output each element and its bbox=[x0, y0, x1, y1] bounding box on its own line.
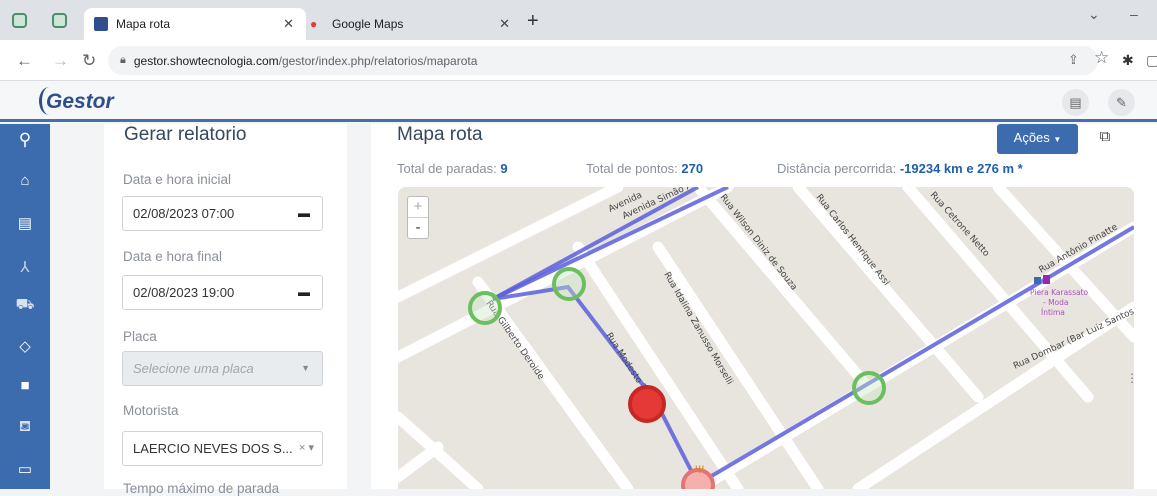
back-arrow-icon[interactable]: ← bbox=[16, 51, 33, 71]
gestor-favicon-icon bbox=[94, 17, 108, 31]
truck-icon[interactable]: ■ bbox=[0, 377, 50, 394]
page-title: Mapa rota bbox=[397, 124, 483, 145]
tab-google-maps[interactable]: ● Google Maps ✕ bbox=[300, 8, 522, 40]
poi-label: Piera Karassato bbox=[1030, 288, 1089, 297]
side-panel-icon[interactable]: ▢ bbox=[1146, 52, 1157, 69]
driver-value: LAERCIO NEVES DOS S... bbox=[133, 441, 293, 456]
google-maps-pin-icon: ● bbox=[310, 17, 318, 31]
plate-select[interactable]: Selecione uma placa ▼ bbox=[122, 351, 323, 386]
tab-group-icon[interactable] bbox=[52, 13, 67, 28]
calendar-icon[interactable]: ▬ bbox=[298, 276, 310, 309]
plate-placeholder: Selecione uma placa bbox=[133, 361, 254, 376]
poi-label: Íntima bbox=[1041, 308, 1065, 317]
poi-pin-icon bbox=[1043, 275, 1050, 284]
start-datetime-value: 02/08/2023 07:00 bbox=[133, 206, 235, 221]
tab-search-chevron-icon[interactable]: ⌄ bbox=[1088, 6, 1100, 23]
end-datetime-label: Data e hora final bbox=[123, 249, 223, 264]
lock-icon: 🔒︎ bbox=[120, 54, 126, 66]
stat-points: Total de pontos: 270 bbox=[586, 161, 703, 176]
reload-icon[interactable]: ↻ bbox=[82, 51, 96, 71]
extensions-puzzle-icon[interactable]: ✱ bbox=[1122, 52, 1134, 69]
address-bar[interactable]: 🔒︎ gestor.showtecnologia.com /gestor/ind… bbox=[108, 46, 1098, 75]
url-path: /gestor/index.php/relatorios/maparota bbox=[278, 53, 478, 68]
app-header: Gestor ▤ ✎ bbox=[0, 81, 1157, 122]
logo-swoosh-icon bbox=[39, 87, 59, 115]
street-label: Rua Carlos Henrique Assi bbox=[814, 193, 891, 288]
stat-points-label: Total de pontos: bbox=[586, 161, 678, 176]
start-datetime-label: Data e hora inicial bbox=[123, 172, 232, 187]
share-icon[interactable]: ⇪ bbox=[1068, 52, 1079, 68]
zoom-in-button[interactable]: + bbox=[408, 197, 428, 218]
store-icon bbox=[1034, 277, 1041, 284]
stat-points-value: 270 bbox=[681, 161, 704, 176]
zoom-out-button[interactable]: - bbox=[408, 218, 428, 239]
zoom-control: + - bbox=[407, 196, 429, 239]
clipboard-icon[interactable]: ▤ bbox=[1062, 89, 1089, 116]
tab-close-icon[interactable]: ✕ bbox=[499, 16, 510, 32]
alert-stop-marker[interactable] bbox=[628, 385, 666, 423]
shield-icon[interactable]: ◇ bbox=[0, 337, 50, 355]
stat-stops-value: 9 bbox=[500, 161, 508, 176]
minimize-window-icon[interactable]: – bbox=[1130, 6, 1138, 22]
end-datetime-value: 02/08/2023 19:00 bbox=[133, 285, 235, 300]
caret-down-icon: ▼ bbox=[1053, 135, 1062, 144]
clear-and-chevron-icon[interactable]: × ▾ bbox=[299, 432, 314, 465]
stat-stops: Total de paradas: 9 bbox=[397, 161, 508, 176]
poi-label: - Moda bbox=[1043, 298, 1069, 307]
bus-icon[interactable]: ⛾ bbox=[0, 418, 50, 437]
actions-button[interactable]: Ações ▼ bbox=[997, 124, 1078, 154]
home-icon[interactable]: ⌂ bbox=[0, 172, 50, 189]
bookmark-star-icon[interactable]: ☆ bbox=[1094, 48, 1109, 68]
edit-pencil-icon[interactable]: ✎ bbox=[1108, 89, 1135, 116]
stop-marker[interactable] bbox=[552, 267, 586, 301]
route-map[interactable]: Avenida Simão Alv Avenida Rua Wilson Din… bbox=[398, 187, 1134, 489]
restaurant-icon: Ψ bbox=[695, 464, 704, 476]
stat-distance: Distância percorrida: -19234 km e 276 m … bbox=[777, 161, 1023, 176]
report-form-panel: Gerar relatorio Data e hora inicial 02/0… bbox=[104, 124, 347, 496]
stat-distance-value: -19234 km e 276 m * bbox=[899, 161, 1023, 176]
street-label: Rua Wilson Diniz de Souza bbox=[718, 193, 799, 293]
browser-tab-strip: Mapa rota ✕ ● Google Maps ✕ + ⌄ – bbox=[0, 0, 1157, 40]
form-title: Gerar relatorio bbox=[124, 124, 247, 145]
railway-icon: ⋮ bbox=[1126, 371, 1134, 385]
street-label: Rua Idalina Zanusso Morselli bbox=[661, 271, 734, 387]
tab-close-icon[interactable]: ✕ bbox=[283, 16, 294, 32]
end-datetime-input[interactable]: 02/08/2023 19:00 ▬ bbox=[122, 275, 323, 310]
driver-label: Motorista bbox=[123, 403, 179, 418]
new-tab-button[interactable]: + bbox=[527, 10, 539, 33]
tab-title: Google Maps bbox=[332, 17, 404, 31]
stat-stops-label: Total de paradas: bbox=[397, 161, 497, 176]
plate-label: Placa bbox=[123, 329, 157, 344]
expand-panel-icon[interactable]: ⧉ bbox=[1093, 128, 1117, 150]
browser-toolbar: ← → ↻ 🔒︎ gestor.showtecnologia.com /gest… bbox=[0, 40, 1157, 81]
actions-label: Ações bbox=[1013, 130, 1050, 145]
street-labels: Avenida Simão Alv Avenida Rua Wilson Din… bbox=[484, 187, 1134, 413]
stop-marker[interactable] bbox=[468, 291, 502, 325]
map-canvas[interactable]: Avenida Simão Alv Avenida Rua Wilson Din… bbox=[398, 187, 1134, 489]
users-icon[interactable]: ⅄ bbox=[0, 258, 50, 276]
driver-select[interactable]: LAERCIO NEVES DOS S... × ▾ bbox=[122, 431, 323, 466]
start-datetime-input[interactable]: 02/08/2023 07:00 ▬ bbox=[122, 196, 323, 231]
chevron-down-icon: ▼ bbox=[301, 363, 310, 373]
search-icon[interactable]: ⚲ bbox=[0, 130, 50, 150]
stat-distance-label: Distância percorrida: bbox=[777, 161, 897, 176]
url-host: gestor.showtecnologia.com bbox=[133, 53, 279, 68]
gestor-logo[interactable]: Gestor bbox=[39, 87, 114, 115]
folder-icon[interactable]: ▭ bbox=[0, 460, 50, 478]
stop-marker[interactable] bbox=[852, 371, 886, 405]
tab-group-icon[interactable] bbox=[12, 13, 27, 28]
report-icon[interactable]: ▤ bbox=[0, 214, 50, 232]
forward-arrow-icon[interactable]: → bbox=[52, 51, 69, 71]
car-icon[interactable]: ⛟ bbox=[0, 296, 50, 315]
tab-mapa-rota[interactable]: Mapa rota ✕ bbox=[84, 8, 306, 40]
street-label: Rua Dombar (Bar Luiz Santos bbox=[1012, 307, 1134, 372]
sidebar: ⚲ ⌂ ▤ ⅄ ⛟ ◇ ■ ⛾ ▭ bbox=[0, 124, 50, 489]
tab-title: Mapa rota bbox=[116, 17, 171, 31]
calendar-icon[interactable]: ▬ bbox=[298, 197, 310, 230]
